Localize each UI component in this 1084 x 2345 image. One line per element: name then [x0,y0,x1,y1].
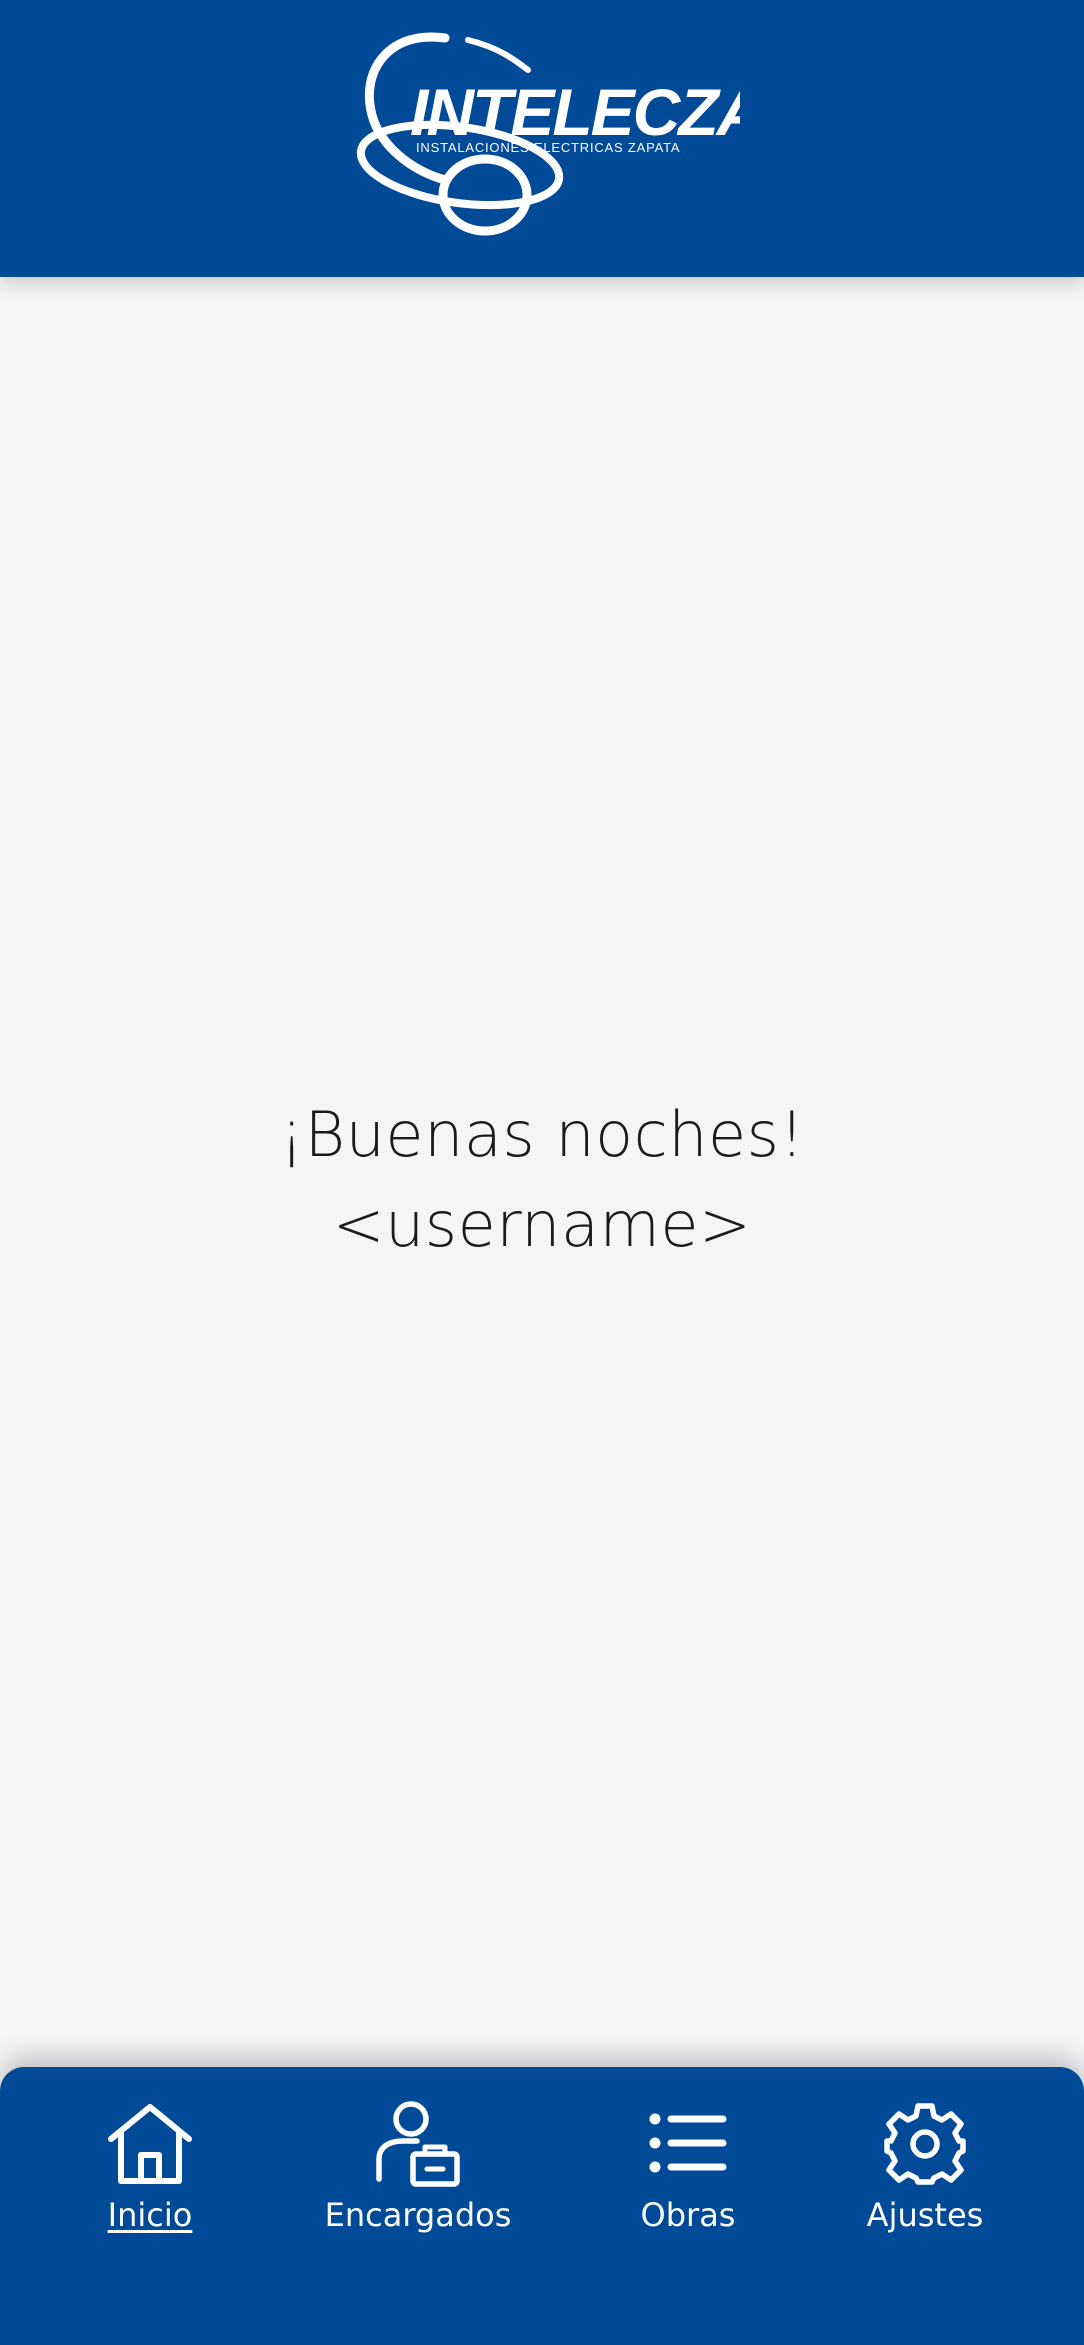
list-icon [643,2099,733,2189]
intelecza-logo: INTELECZA INSTALACIONES ELECTRICAS ZAPAT… [350,30,740,245]
logo-wordmark: INTELECZA [410,75,740,149]
nav-item-inicio[interactable]: Inicio [80,2099,220,2299]
home-icon [105,2099,195,2189]
nav-item-encargados[interactable]: Encargados [318,2099,518,2299]
person-badge-icon [373,2099,463,2189]
greeting-block: ¡Buenas noches! <username> [0,1090,1084,1270]
nav-label-ajustes: Ajustes [866,2196,984,2234]
bottom-navigation: Inicio Encargados Obras Ajustes [0,2067,1084,2345]
nav-label-inicio: Inicio [107,2196,193,2234]
nav-item-obras[interactable]: Obras [618,2099,758,2299]
app-root: INTELECZA INSTALACIONES ELECTRICAS ZAPAT… [0,0,1084,2345]
username-text: <username> [332,1188,752,1261]
nav-label-obras: Obras [640,2196,736,2234]
gear-icon [880,2099,970,2189]
logo-tagline: INSTALACIONES ELECTRICAS ZAPATA [416,140,680,155]
nav-item-ajustes[interactable]: Ajustes [860,2099,990,2299]
greeting-text: ¡Buenas noches! [279,1098,805,1171]
nav-label-encargados: Encargados [324,2196,512,2234]
top-header: INTELECZA INSTALACIONES ELECTRICAS ZAPAT… [0,0,1084,277]
